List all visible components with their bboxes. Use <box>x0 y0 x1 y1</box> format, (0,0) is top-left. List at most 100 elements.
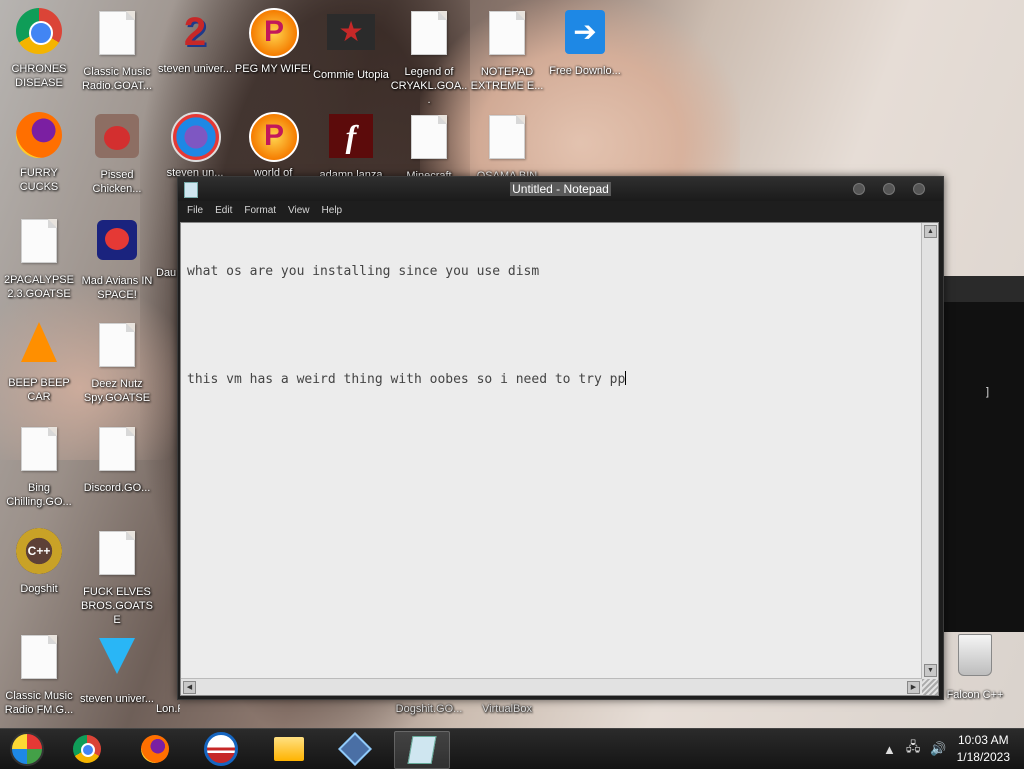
menu-format[interactable]: Format <box>238 201 282 221</box>
desktop-icon-2pacalypse[interactable]: 2PACALYPSE 2.3.GOATSE <box>0 216 78 301</box>
document-icon <box>15 635 63 683</box>
desktop-icon-label: FURRY CUCKS <box>19 167 59 193</box>
network-icon[interactable]: 🖧 <box>906 738 921 760</box>
desktop-icon-label: Deez Nutz Spy.GOATSE <box>83 378 151 404</box>
desktop-icon-bing[interactable]: Bing Chilling.GO... <box>0 424 78 509</box>
taskbar-notepad[interactable] <box>394 731 450 769</box>
maximize-button[interactable] <box>883 183 895 195</box>
obama-icon <box>204 732 238 766</box>
document-icon <box>15 427 63 475</box>
start-orb-icon <box>10 732 44 766</box>
document-icon <box>405 11 453 59</box>
text-line-3: this vm has a weird thing with oobes so … <box>187 372 626 387</box>
desktop-icon-notepad-extreme[interactable]: NOTEPAD EXTREME E... <box>468 8 546 93</box>
desktop-icon-label: Falcon C++ <box>946 689 1004 701</box>
angry-birds-space-icon <box>93 220 141 268</box>
taskbar-file-explorer[interactable] <box>262 731 316 767</box>
clock[interactable]: 10:03 AM 1/18/2023 <box>957 732 1010 766</box>
scroll-right-icon[interactable]: ▶ <box>907 681 920 694</box>
window-title: Untitled - Notepad <box>510 182 611 196</box>
desktop-icon-label: FUCK ELVES BROS.GOATSE <box>81 586 153 626</box>
desktop-icon-label: PEG MY WIFE! <box>234 63 312 75</box>
desktop-icon-label: Pissed Chicken... <box>92 169 142 195</box>
firefox-icon <box>141 735 169 763</box>
desktop-icon-fuck-elves[interactable]: FUCK ELVES BROS.GOATSE <box>78 528 156 627</box>
desktop-icon-label: Legend of CRYAKL.GOA... <box>390 66 468 106</box>
start-button[interactable] <box>0 731 54 767</box>
menu-file[interactable]: File <box>181 201 209 221</box>
tool-icon <box>338 732 372 766</box>
desktop-icon-label: Discord.GO... <box>83 482 151 494</box>
desktop-icon-label: BEEP BEEP CAR <box>8 377 70 403</box>
desktop-icon-label: Free Downlo... <box>549 65 621 77</box>
taskbar-tool[interactable] <box>328 731 382 767</box>
desktop-icon-free-download[interactable]: ➔ Free Downlo... <box>546 8 624 78</box>
volume-icon[interactable]: 🔊 <box>930 741 946 757</box>
chrome-icon <box>15 8 63 56</box>
desktop-icon-legend[interactable]: Legend of CRYAKL.GOA... <box>390 8 468 107</box>
taskbar: ▲ 🖧 🔊 10:03 AM 1/18/2023 <box>0 728 1024 769</box>
app-2-icon: 2 <box>183 10 207 54</box>
text-caret <box>625 371 627 385</box>
document-icon <box>483 115 531 163</box>
document-icon <box>93 531 141 579</box>
scroll-down-icon[interactable]: ▼ <box>924 664 937 677</box>
desktop-icon-minecraft[interactable]: Minecraft <box>390 112 468 183</box>
desktop-icon-peg[interactable]: P PEG MY WIFE! <box>234 8 312 76</box>
horizontal-scrollbar[interactable]: ◀ ▶ <box>181 678 922 695</box>
desktop-icon-discord[interactable]: Discord.GO... <box>78 424 156 495</box>
document-icon <box>93 323 141 371</box>
text-line-1: what os are you installing since you use… <box>187 264 540 279</box>
peggle-icon: P <box>249 8 299 58</box>
scroll-left-icon[interactable]: ◀ <box>183 681 196 694</box>
recycle-bin-icon <box>951 634 999 682</box>
desktop-icon-label: Classic Music Radio.GOAT... <box>81 66 153 92</box>
desktop-icon-deez[interactable]: Deez Nutz Spy.GOATSE <box>78 320 156 405</box>
desktop-icon-classic-music[interactable]: Classic Music Radio.GOAT... <box>78 8 156 93</box>
desktop-icon-label: Bing Chilling.GO... <box>6 482 72 508</box>
menu-edit[interactable]: Edit <box>209 201 238 221</box>
desktop-icon-mad-avians[interactable]: Mad Avians IN SPACE! <box>78 216 156 302</box>
desktop-icon-osama[interactable]: OSAMA BIN <box>468 112 546 183</box>
desktop-icon-label: VirtualBox <box>482 703 532 715</box>
menu-view[interactable]: View <box>282 201 316 221</box>
show-hidden-icons-icon[interactable]: ▲ <box>883 742 896 757</box>
scroll-up-icon[interactable]: ▲ <box>924 225 937 238</box>
download-icon: ➔ <box>561 10 609 58</box>
text-editor-area[interactable]: what os are you installing since you use… <box>180 222 939 696</box>
firefox-icon <box>15 112 63 160</box>
desktop-icon-label: steven univer... <box>158 63 232 75</box>
resize-grip-icon[interactable] <box>922 679 938 695</box>
desktop-icon-label: Mad Avians IN SPACE! <box>81 275 153 301</box>
background-window[interactable]: ] <box>942 276 1024 632</box>
desktop-icon-label: Dogshit.GO... <box>395 703 463 715</box>
desktop-icon-adamn[interactable]: f adamn lanza <box>312 112 390 182</box>
taskbar-firefox[interactable] <box>128 731 182 767</box>
vertical-scrollbar[interactable]: ▲ ▼ <box>921 223 938 679</box>
close-button[interactable] <box>913 183 925 195</box>
diamond-icon <box>93 638 141 686</box>
angry-birds-seasons-icon <box>93 114 141 162</box>
desktop-icon-steven-2[interactable]: steven un... <box>156 112 234 180</box>
desktop-icon-commie[interactable]: ★ Commie Utopia <box>312 8 390 82</box>
desktop-icon-steven-3[interactable]: steven univer... <box>78 632 156 706</box>
desktop-icon-steven-1[interactable]: 2 steven univer... <box>156 8 234 76</box>
desktop-icon-label: Classic Music Radio FM.G... <box>4 690 74 716</box>
minimize-button[interactable] <box>853 183 865 195</box>
document-icon <box>93 427 141 475</box>
desktop-icon-label: NOTEPAD EXTREME E... <box>470 66 544 92</box>
desktop-icon-beep[interactable]: BEEP BEEP CAR <box>0 320 78 404</box>
desktop-icon-world-of[interactable]: P world of <box>234 112 312 180</box>
taskbar-obama[interactable] <box>194 731 248 767</box>
desktop-icon-chrones[interactable]: CHRONES DISEASE <box>0 8 78 90</box>
desktop-icon-dogshit[interactable]: C++ Dogshit <box>0 528 78 596</box>
desktop-icon-falcon[interactable]: Falcon C++ <box>936 632 1014 702</box>
menu-help[interactable]: Help <box>316 201 349 221</box>
desktop-icon-furry[interactable]: FURRY CUCKS <box>0 112 78 194</box>
desktop-icon-pissed-chicken[interactable]: Pissed Chicken... <box>78 112 156 196</box>
document-icon <box>15 219 63 267</box>
taskbar-chrome[interactable] <box>60 731 114 767</box>
notepad-window[interactable]: Untitled - Notepad File Edit Format View… <box>177 176 944 700</box>
desktop-icon-classic-music-fm[interactable]: Classic Music Radio FM.G... <box>0 632 78 717</box>
notepad-titlebar[interactable]: Untitled - Notepad <box>178 177 943 201</box>
